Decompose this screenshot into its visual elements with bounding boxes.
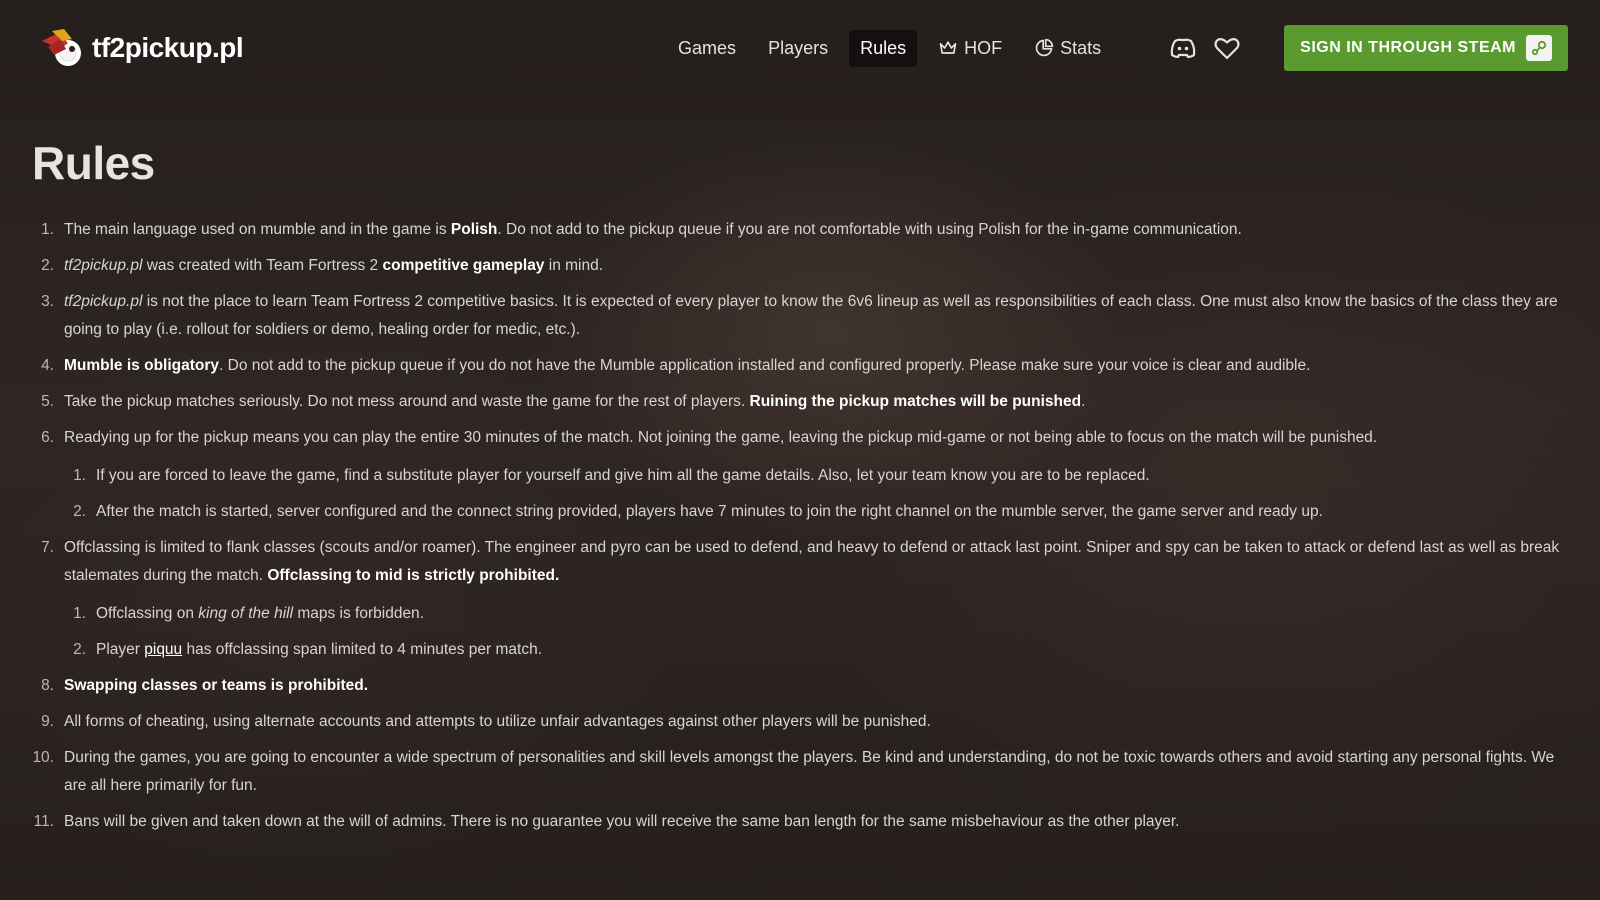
rule-text: Take the pickup matches seriously. Do no… [64, 393, 750, 410]
sub-rule-text: has offclassing span limited to 4 minute… [182, 641, 543, 658]
rule-number: 10. [32, 749, 54, 766]
rule-number: 6. [41, 429, 54, 446]
rule-number: 4. [41, 357, 54, 374]
rule-item: 10. During the games, you are going to e… [32, 744, 1568, 800]
steam-icon [1526, 35, 1552, 61]
rule-item: 8. Swapping classes or teams is prohibit… [32, 672, 1568, 700]
rule-text: Readying up for the pickup means you can… [64, 429, 1378, 446]
sub-rule-text: Player [96, 641, 145, 658]
rule-item: 1. The main language used on mumble and … [32, 216, 1568, 244]
rule-item: 5. Take the pickup matches seriously. Do… [32, 388, 1568, 416]
main-nav: Games Players Rules HOF Stats [667, 29, 1112, 67]
sub-rule-item: 1. Offclassing on king of the hill maps … [64, 600, 1568, 628]
logo-text: tf2pickup.pl [92, 32, 244, 63]
nav-players-label: Players [768, 37, 829, 58]
rule-site-name: tf2pickup.pl [64, 257, 143, 274]
rule-emphasis: Ruining the pickup matches will be punis… [749, 393, 1082, 410]
rule-number: 1. [41, 221, 54, 238]
crown-icon [939, 41, 957, 54]
rule-text: in mind. [544, 257, 604, 274]
rule-text: The main language used on mumble and in … [64, 221, 451, 238]
sign-in-steam-button[interactable]: SIGN IN THROUGH STEAM [1284, 25, 1568, 71]
site-logo[interactable]: tf2pickup.pl [38, 27, 244, 69]
nav-hof-label: HOF [964, 37, 1003, 58]
rule-text: Bans will be given and taken down at the… [64, 813, 1180, 830]
nav-rules-label: Rules [860, 37, 907, 58]
rule-number: 2. [41, 257, 54, 274]
nav-hof[interactable]: HOF [927, 30, 1013, 67]
page-title: Rules [32, 137, 155, 189]
rule-text: . Do not add to the pickup queue if you … [497, 221, 1242, 238]
nav-players[interactable]: Players [757, 30, 839, 67]
rule-item: 11. Bans will be given and taken down at… [32, 808, 1568, 836]
nav-stats[interactable]: Stats [1023, 30, 1112, 67]
rule-site-name: tf2pickup.pl [64, 293, 143, 310]
rule-number: 7. [41, 539, 54, 556]
rule-emphasis: Mumble is obligatory [64, 357, 220, 374]
rule-item: 3. tf2pickup.pl is not the place to lear… [32, 288, 1568, 344]
sub-rule-number: 2. [73, 503, 86, 520]
discord-icon[interactable] [1168, 33, 1198, 63]
rule-emphasis: competitive gameplay [382, 257, 545, 274]
logo-icon [38, 27, 86, 69]
player-link[interactable]: piquu [144, 641, 182, 658]
sub-rule-text: maps is forbidden. [293, 605, 424, 622]
sub-rules-list: 1. If you are forced to leave the game, … [64, 462, 1568, 526]
rule-number: 3. [41, 293, 54, 310]
rule-item: 4. Mumble is obligatory. Do not add to t… [32, 352, 1568, 380]
nav-stats-label: Stats [1060, 37, 1102, 58]
rules-list: 1. The main language used on mumble and … [32, 216, 1568, 836]
rule-item: 6. Readying up for the pickup means you … [32, 424, 1568, 526]
map-type: king of the hill [198, 605, 294, 622]
rule-item: 9. All forms of cheating, using alternat… [32, 708, 1568, 736]
nav-games-label: Games [678, 37, 737, 58]
top-navbar: tf2pickup.pl Games Players Rules HOF Sta… [0, 0, 1600, 96]
rule-number: 5. [41, 393, 54, 410]
sub-rule-number: 2. [73, 641, 86, 658]
rule-item: 2. tf2pickup.pl was created with Team Fo… [32, 252, 1568, 280]
main-content: Rules 1. The main language used on mumbl… [0, 136, 1600, 836]
heart-icon[interactable] [1212, 33, 1242, 63]
sub-rule-text: After the match is started, server confi… [96, 503, 1323, 520]
sub-rule-text: Offclassing on [96, 605, 199, 622]
rule-emphasis: Swapping classes or teams is prohibited. [64, 677, 369, 694]
nav-games[interactable]: Games [667, 30, 747, 67]
sub-rule-number: 1. [73, 467, 86, 484]
sub-rule-text: If you are forced to leave the game, fin… [96, 467, 1150, 484]
rule-emphasis: Polish [450, 221, 498, 238]
rule-number: 9. [41, 713, 54, 730]
social-links [1168, 33, 1242, 63]
sub-rule-item: 2. Player piquu has offclassing span lim… [64, 636, 1568, 664]
sub-rule-item: 1. If you are forced to leave the game, … [64, 462, 1568, 490]
rule-text: . Do not add to the pickup queue if you … [219, 357, 1311, 374]
sub-rule-number: 1. [73, 605, 86, 622]
rule-number: 11. [33, 813, 54, 830]
pie-chart-icon [1035, 38, 1054, 57]
rule-item: 7. Offclassing is limited to flank class… [32, 534, 1568, 664]
nav-rules[interactable]: Rules [849, 29, 918, 67]
rule-text: All forms of cheating, using alternate a… [64, 713, 931, 730]
rule-text: is not the place to learn Team Fortress … [64, 293, 1558, 338]
rule-text: was created with Team Fortress 2 [142, 257, 383, 274]
rule-emphasis: Offclassing to mid is strictly prohibite… [267, 567, 560, 584]
rule-number: 8. [41, 677, 54, 694]
sub-rules-list: 1. Offclassing on king of the hill maps … [64, 600, 1568, 664]
sub-rule-item: 2. After the match is started, server co… [64, 498, 1568, 526]
rule-text: During the games, you are going to encou… [64, 749, 1555, 794]
rule-text: . [1081, 393, 1086, 410]
sign-in-steam-label: SIGN IN THROUGH STEAM [1300, 39, 1516, 56]
